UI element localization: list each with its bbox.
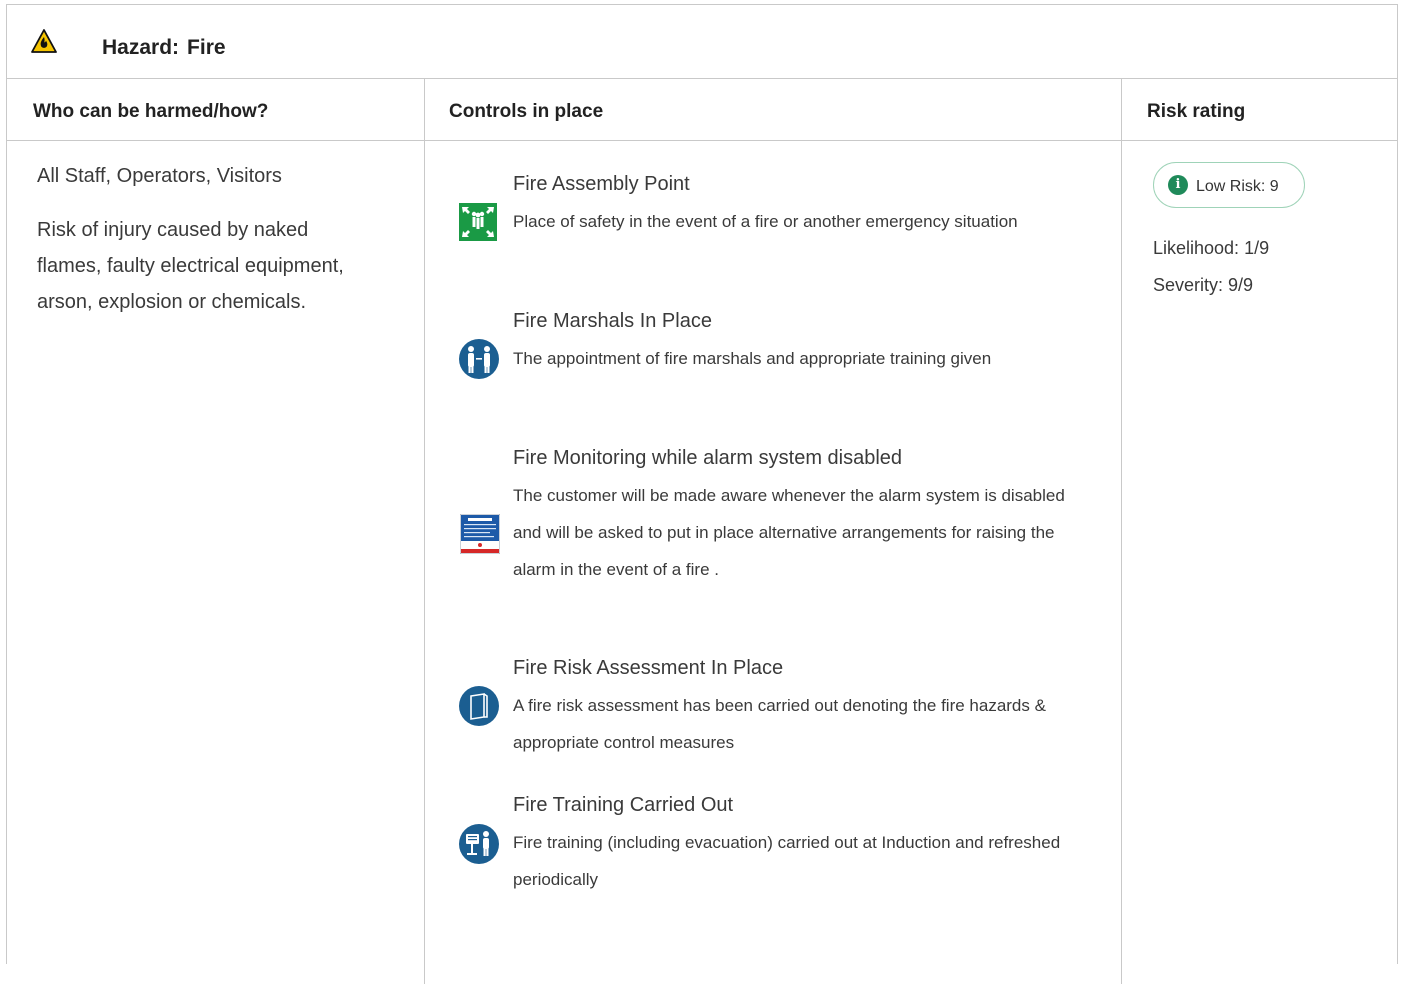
column-divider: [1121, 79, 1122, 984]
fire-marshal-icon: [459, 339, 499, 379]
header-controls: Controls in place: [449, 101, 604, 122]
control-title: Fire Marshals In Place: [513, 310, 712, 332]
hazard-name: Fire: [187, 36, 226, 59]
control-description: The appointment of fire marshals and app…: [513, 349, 992, 368]
training-icon: [459, 824, 499, 864]
control-description: Fire training (including evacuation) car…: [513, 833, 1061, 889]
risk-badge-label: Low Risk: 9: [1196, 178, 1279, 195]
control-description: The customer will be made aware whenever…: [513, 486, 1065, 579]
control-title: Fire Assembly Point: [513, 173, 690, 195]
harm-cell: All Staff, Operators, Visitors Risk of i…: [37, 166, 377, 320]
column-header-row: Who can be harmed/how? Controls in place…: [7, 79, 1397, 141]
control-title: Fire Monitoring while alarm system disab…: [513, 447, 903, 469]
hazard-title-row: Hazard: Fire: [7, 5, 1397, 79]
info-icon: i: [1168, 175, 1188, 195]
control-title: Fire Training Carried Out: [513, 794, 734, 816]
severity-value: Severity: 9/9: [1153, 275, 1254, 295]
control-title: Fire Risk Assessment In Place: [513, 657, 784, 679]
risk-assessment-document-icon: [459, 686, 499, 726]
control-description: A fire risk assessment has been carried …: [513, 696, 1046, 752]
likelihood-value: Likelihood: 1/9: [1153, 238, 1270, 258]
harm-who: All Staff, Operators, Visitors: [37, 165, 282, 187]
control-description: Place of safety in the event of a fire o…: [513, 212, 1018, 231]
fire-warning-triangle-icon: [31, 29, 57, 53]
header-who: Who can be harmed/how?: [33, 101, 269, 122]
harm-description: Risk of injury caused by naked flames, f…: [37, 219, 344, 313]
header-risk: Risk rating: [1147, 101, 1246, 122]
assembly-point-icon: [459, 203, 497, 241]
column-divider: [424, 79, 425, 984]
hazard-label: Hazard:: [102, 36, 180, 59]
risk-badge: i Low Risk: 9: [1153, 162, 1305, 208]
hazard-title: Hazard: Fire: [102, 36, 226, 60]
fire-action-notice-icon: [460, 514, 500, 554]
